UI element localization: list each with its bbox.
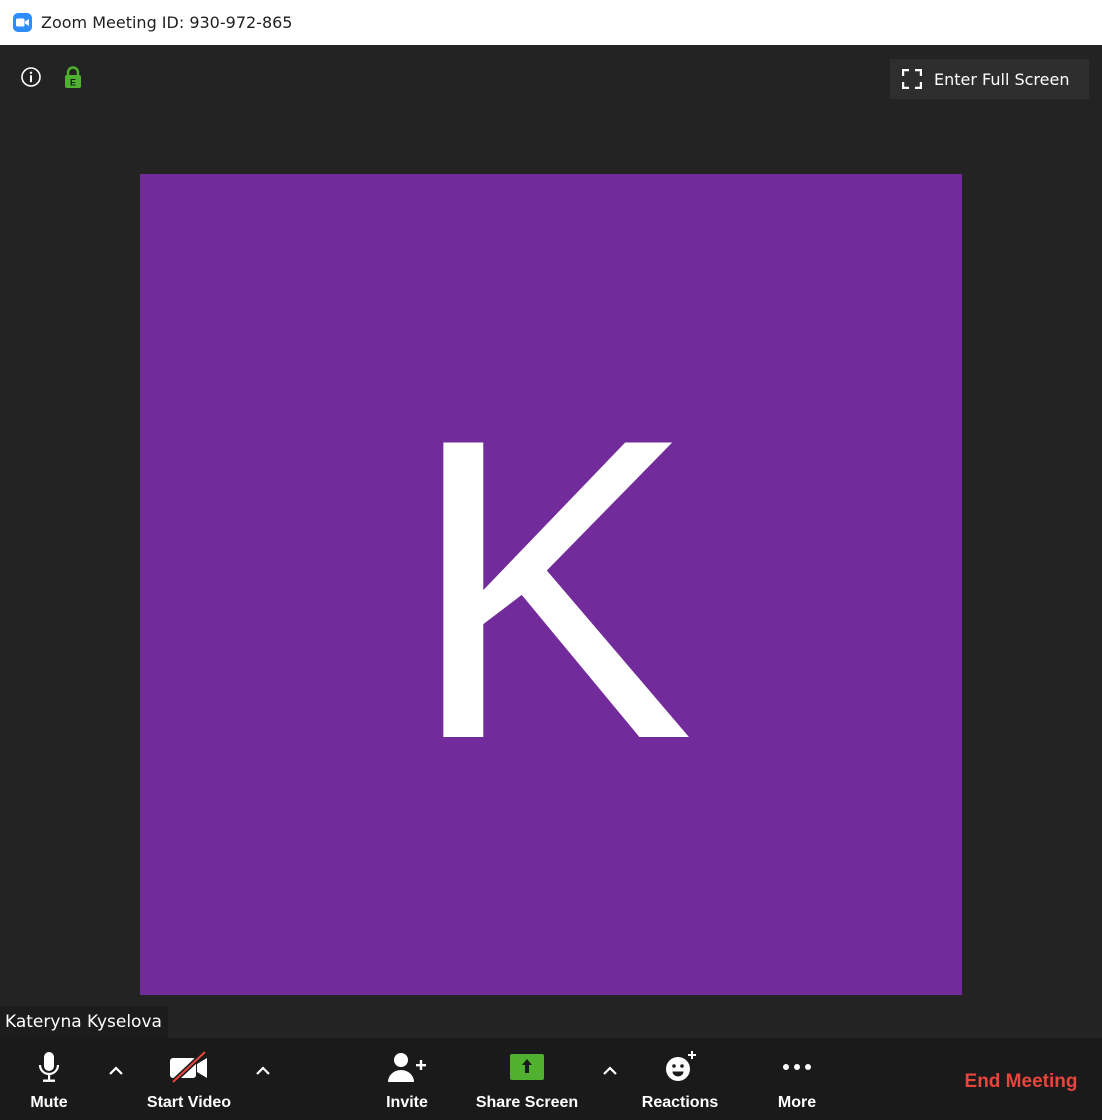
microphone-icon: [38, 1052, 60, 1082]
more-label: More: [777, 1094, 817, 1111]
fullscreen-icon: [902, 69, 922, 89]
invite-button[interactable]: Invite: [372, 1038, 442, 1120]
reactions-label: Reactions: [641, 1094, 719, 1111]
zoom-camera-icon: [13, 13, 32, 32]
fullscreen-label: Enter Full Screen: [934, 69, 1070, 89]
chevron-up-icon: [603, 1066, 617, 1075]
audio-options-caret[interactable]: [105, 1063, 127, 1079]
chevron-up-icon: [109, 1066, 123, 1075]
add-person-icon: [388, 1053, 426, 1082]
mute-button[interactable]: Mute: [18, 1038, 80, 1120]
zoom-meeting-window: Zoom Meeting ID: 930-972-865 E Enter Ful…: [0, 0, 1102, 1120]
participant-name-label: Kateryna Kyselova: [0, 1006, 168, 1038]
participant-avatar-letter: K: [408, 349, 694, 828]
end-meeting-button[interactable]: End Meeting: [948, 1066, 1094, 1098]
video-options-caret[interactable]: [252, 1063, 274, 1079]
mute-label: Mute: [30, 1094, 68, 1111]
participant-video-tile[interactable]: K: [140, 174, 962, 995]
info-icon[interactable]: [20, 66, 42, 88]
share-options-caret[interactable]: [599, 1063, 621, 1079]
invite-label: Invite: [386, 1094, 428, 1111]
share-screen-icon: [510, 1054, 544, 1080]
video-off-icon: [170, 1050, 207, 1084]
chevron-up-icon: [256, 1066, 270, 1075]
start-video-button[interactable]: Start Video: [138, 1038, 240, 1120]
title-bar: Zoom Meeting ID: 930-972-865: [0, 0, 1102, 45]
reactions-button[interactable]: Reactions: [632, 1038, 728, 1120]
lock-letter: E: [70, 78, 76, 88]
share-screen-label: Share Screen: [475, 1094, 579, 1111]
enter-full-screen-button[interactable]: Enter Full Screen: [890, 59, 1089, 99]
window-title: Zoom Meeting ID: 930-972-865: [41, 13, 293, 32]
share-screen-button[interactable]: Share Screen: [470, 1038, 584, 1120]
encryption-lock-icon[interactable]: E: [63, 65, 83, 89]
start-video-label: Start Video: [146, 1094, 232, 1111]
more-dots-icon: [783, 1064, 811, 1070]
more-button[interactable]: More: [764, 1038, 830, 1120]
reaction-emoji-icon: [666, 1051, 696, 1081]
